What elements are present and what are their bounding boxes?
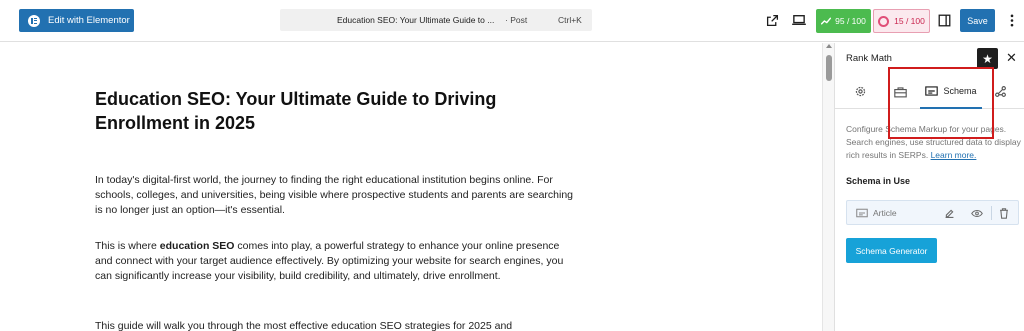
editor-scrollbar[interactable] <box>822 43 834 331</box>
schema-icon <box>856 208 868 218</box>
close-icon[interactable]: ✕ <box>1006 50 1017 66</box>
trend-up-icon <box>821 17 832 25</box>
scroll-up-arrow-icon[interactable] <box>826 44 832 48</box>
share-icon <box>994 86 1006 97</box>
sidebar-title: Rank Math <box>846 53 892 64</box>
divider <box>991 206 992 220</box>
editor-canvas: Education SEO: Your Ultimate Guide to Dr… <box>0 43 822 331</box>
paragraph-block[interactable]: This is where education SEO comes into p… <box>95 239 575 284</box>
readability-score-value: 15 / 100 <box>894 16 925 26</box>
readability-icon <box>878 15 890 27</box>
external-link-icon[interactable] <box>763 11 781 29</box>
bold-keyword: education SEO <box>159 240 235 252</box>
seo-score-badge[interactable]: 95 / 100 <box>816 9 871 33</box>
seo-score-value: 95 / 100 <box>835 16 866 26</box>
gear-icon <box>855 86 865 97</box>
readability-score-badge[interactable]: 15 / 100 <box>873 9 930 33</box>
elementor-logo-icon <box>28 14 40 27</box>
schema-in-use-heading: Schema in Use <box>846 176 911 186</box>
sidebar-toggle-icon[interactable] <box>935 11 953 29</box>
scrollbar-thumb[interactable] <box>826 55 832 81</box>
schema-item-article: Article <box>846 200 1019 225</box>
command-bar-title: Education SEO: Your Ultimate Guide to ..… <box>337 15 495 25</box>
post-title[interactable]: Education SEO: Your Ultimate Guide to Dr… <box>95 87 575 135</box>
schema-item-name: Article <box>873 208 897 218</box>
schema-generator-button[interactable]: Schema Generator <box>846 238 937 263</box>
editor-toolbar: Edit with Elementor Education SEO: Your … <box>0 0 1024 42</box>
eye-icon[interactable] <box>971 207 983 219</box>
learn-more-link[interactable]: Learn more. <box>931 150 977 160</box>
annotation-highlight-box <box>888 67 994 139</box>
paragraph-text: This is where <box>95 240 160 252</box>
edit-with-elementor-label: Edit with Elementor <box>48 15 130 26</box>
trash-icon[interactable] <box>998 207 1010 219</box>
star-icon[interactable]: ★ <box>977 48 998 69</box>
edit-with-elementor-button[interactable]: Edit with Elementor <box>19 9 134 32</box>
save-button[interactable]: Save <box>960 9 995 32</box>
command-bar-shortcut: Ctrl+K <box>558 15 582 25</box>
command-bar-post-type: · Post <box>505 15 528 25</box>
tab-general[interactable] <box>850 74 870 109</box>
paragraph-block[interactable]: In today's digital-first world, the jour… <box>95 173 575 218</box>
more-vertical-icon[interactable] <box>1003 11 1021 29</box>
paragraph-block[interactable]: This guide will walk you through the mos… <box>95 319 575 331</box>
command-palette-bar[interactable]: Education SEO: Your Ultimate Guide to ..… <box>280 9 592 31</box>
pencil-icon[interactable] <box>943 207 955 219</box>
desktop-preview-icon[interactable] <box>790 11 808 29</box>
